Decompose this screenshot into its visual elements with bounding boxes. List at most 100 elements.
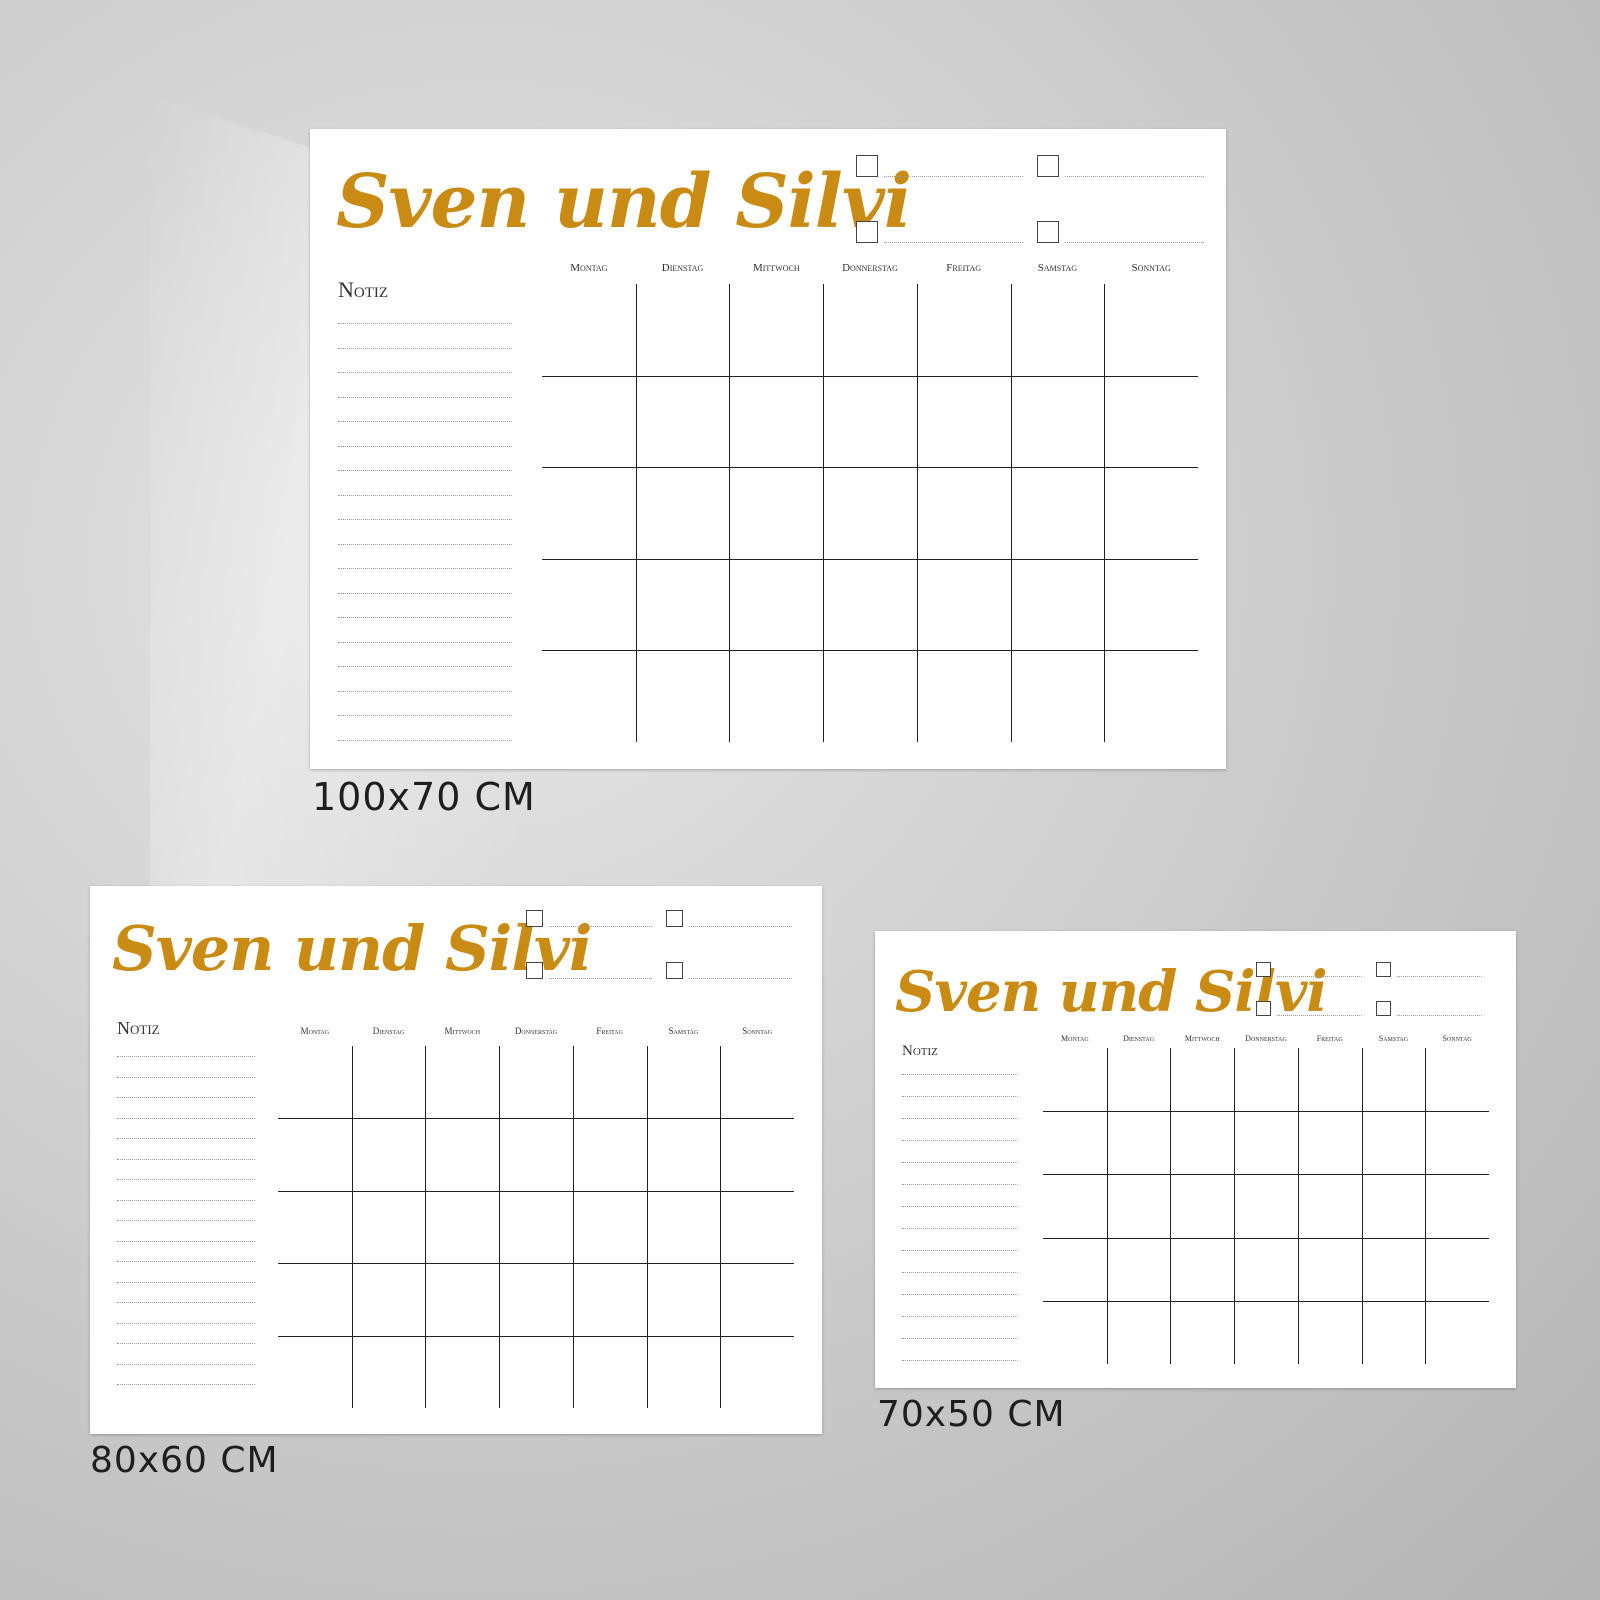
day-label-sonntag: Sonntag xyxy=(742,1026,773,1036)
notiz-line xyxy=(902,1206,1018,1207)
day-label-dienstag: Dienstag xyxy=(1123,1034,1155,1043)
checkbox-icon[interactable] xyxy=(526,962,543,979)
checkbox-icon[interactable] xyxy=(1376,1001,1391,1016)
grid-column-line xyxy=(823,284,825,742)
planner-title: Sven und Silvi xyxy=(336,159,912,245)
grid-row-line xyxy=(1043,1174,1489,1176)
notiz-line xyxy=(117,1056,255,1057)
notiz-line xyxy=(117,1281,255,1283)
notiz-line xyxy=(117,1384,255,1385)
checklist-item xyxy=(526,910,652,927)
grid-column-line xyxy=(635,284,637,742)
notiz-line xyxy=(338,396,512,398)
grid-row-line xyxy=(542,558,1198,560)
checklist-line xyxy=(884,242,1023,243)
checklist xyxy=(526,910,794,984)
checkbox-icon[interactable] xyxy=(1256,1001,1271,1016)
week-grid: Montag Dienstag Mittwoch Donnerstag Freitag S… xyxy=(542,262,1198,742)
day-label-dienstag: Dienstag xyxy=(661,262,704,274)
notiz-label: Notiz xyxy=(902,1043,938,1059)
day-label-donnerstag: Donnerstag xyxy=(842,262,898,274)
notiz-line xyxy=(902,1118,1018,1119)
checkbox-icon[interactable] xyxy=(1037,221,1059,243)
checkbox-icon[interactable] xyxy=(666,962,683,979)
checkbox-icon[interactable] xyxy=(856,155,878,177)
day-label-mittwoch: Mittwoch xyxy=(1184,1034,1220,1043)
grid-column-line xyxy=(425,1046,427,1408)
checkbox-icon[interactable] xyxy=(1037,155,1059,177)
notiz-line xyxy=(338,690,512,692)
checklist-item xyxy=(666,910,792,927)
notiz-line xyxy=(338,372,512,373)
planner-title: Sven und Silvi xyxy=(112,912,592,985)
checkbox-icon[interactable] xyxy=(856,221,878,243)
day-label-montag: Montag xyxy=(300,1026,330,1036)
grid-row-line xyxy=(542,375,1198,377)
checklist-line xyxy=(549,926,652,927)
notiz-line xyxy=(338,445,512,447)
notiz-line xyxy=(902,1316,1018,1317)
notiz-line xyxy=(902,1338,1018,1339)
day-label-samstag: Samstag xyxy=(1378,1034,1409,1043)
grid-row-line xyxy=(1043,1111,1489,1113)
notiz-line xyxy=(902,1162,1018,1163)
checkbox-icon[interactable] xyxy=(666,910,683,927)
week-grid: Montag Dienstag Mittwoch Donnerstag Freitag S… xyxy=(1043,1034,1489,1364)
checklist-item xyxy=(1256,962,1362,977)
checklist-line xyxy=(689,978,792,979)
notiz-line xyxy=(338,470,512,471)
notiz-line xyxy=(117,1076,255,1078)
checklist-item xyxy=(1376,962,1482,977)
day-label-montag: Montag xyxy=(570,262,608,274)
grid-column-line xyxy=(572,1046,574,1408)
notiz-line xyxy=(902,1250,1018,1251)
notiz-line xyxy=(117,1117,255,1119)
grid-column-line xyxy=(351,1046,353,1408)
day-label-sonntag: Sonntag xyxy=(1442,1034,1472,1043)
day-label-dienstag: Dienstag xyxy=(372,1026,405,1036)
notiz-line xyxy=(338,666,512,667)
grid-row-line xyxy=(542,650,1198,652)
grid-column-line xyxy=(1297,1048,1299,1364)
notiz-line xyxy=(902,1294,1018,1295)
size-label-medium: 80x60 CM xyxy=(90,1440,279,1481)
grid-column-line xyxy=(1010,284,1012,742)
notiz-line xyxy=(902,1272,1018,1273)
grid-column-line xyxy=(916,284,918,742)
grid-column-line xyxy=(1170,1048,1172,1364)
notiz-line xyxy=(902,1140,1018,1141)
checkbox-icon[interactable] xyxy=(1256,962,1271,977)
checklist-line xyxy=(884,176,1023,177)
notiz-line xyxy=(338,739,512,741)
checklist-line xyxy=(1277,1015,1362,1016)
notiz-line xyxy=(117,1158,255,1160)
checkbox-icon[interactable] xyxy=(1376,962,1391,977)
day-label-donnerstag: Donnerstag xyxy=(1245,1034,1287,1043)
notiz-line xyxy=(338,421,512,422)
checklist-line xyxy=(1397,976,1482,977)
grid-row-line xyxy=(278,1335,794,1337)
checklist-line xyxy=(689,926,792,927)
checkbox-icon[interactable] xyxy=(526,910,543,927)
notiz-line xyxy=(117,1363,255,1365)
checklist-item xyxy=(666,962,792,979)
checklist-item xyxy=(526,962,652,979)
notiz-line xyxy=(117,1220,255,1221)
planner-80x60: Sven und Silvi Notiz Montag Dienstag Mittw… xyxy=(90,886,822,1434)
notiz-line xyxy=(117,1179,255,1180)
checklist-item xyxy=(1037,221,1204,243)
notiz-line xyxy=(902,1184,1018,1185)
week-grid: Montag Dienstag Mittwoch Donnerstag Freitag S… xyxy=(278,1026,794,1408)
grid-column-line xyxy=(729,284,731,742)
grid-column-line xyxy=(1361,1048,1363,1364)
notiz-line xyxy=(117,1138,255,1139)
day-label-freitag: Freitag xyxy=(946,262,982,274)
checklist-line xyxy=(1065,242,1204,243)
notiz-line xyxy=(117,1261,255,1262)
day-label-samstag: Samstag xyxy=(668,1026,699,1036)
size-label-large: 100x70 CM xyxy=(312,775,536,819)
day-label-mittwoch: Mittwoch xyxy=(444,1026,481,1036)
grid-column-line xyxy=(1425,1048,1427,1364)
notiz-line xyxy=(117,1343,255,1344)
grid-column-line xyxy=(1104,284,1106,742)
